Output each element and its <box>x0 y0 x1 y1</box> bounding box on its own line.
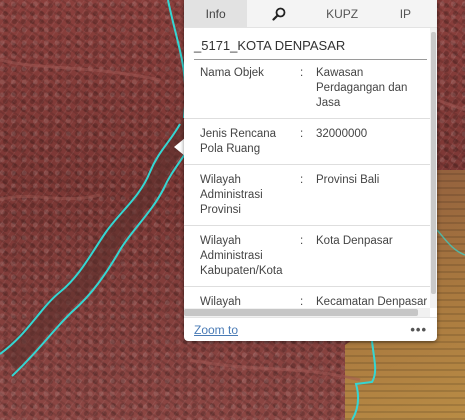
tab-info[interactable]: Info <box>184 0 248 27</box>
attribute-separator: : <box>300 235 304 247</box>
zone-boundary-north <box>167 0 187 119</box>
attribute-value: Kecamatan Denpasar Barat <box>316 296 428 308</box>
attribute-value: Kawasan Perdagangan dan Jasa <box>316 67 408 109</box>
road-line <box>436 98 465 112</box>
tab-ip-label: IP <box>399 6 412 21</box>
attribute-row: Nama Objek : Kawasan Perdagangan dan Jas… <box>184 58 430 119</box>
road-line <box>189 358 361 382</box>
tab-ip[interactable]: IP <box>374 0 437 27</box>
zone-boundary-east <box>436 229 465 256</box>
vertical-scrollbar-thumb[interactable] <box>431 32 436 294</box>
attribute-separator: : <box>300 67 304 79</box>
zone-boundary-left <box>0 123 181 355</box>
attribute-value: Provinsi Bali <box>316 174 380 186</box>
tab-info-label: Info <box>205 6 226 21</box>
road-line <box>0 58 161 82</box>
attribute-label: Nama Objek <box>200 67 264 79</box>
search-icon <box>272 7 286 21</box>
popup-tabs: Info KUPZ IP <box>184 0 437 28</box>
road-line <box>0 193 101 202</box>
feature-popup: Info KUPZ IP _5171_KOTA DENPASAR Nama Ob… <box>184 0 437 341</box>
attribute-label: Wilayah Administrasi Kabupaten/Kota <box>200 235 283 277</box>
popup-footer: Zoom to ••• <box>184 317 437 341</box>
attribute-row: Wilayah Administrasi Kabupaten/Kota : Ko… <box>184 226 430 287</box>
zone-boundary-southeast <box>351 340 377 420</box>
tab-search[interactable] <box>247 0 310 27</box>
attribute-label: Wilayah Administrasi Kecamatan <box>200 296 241 308</box>
attribute-row: Wilayah Administrasi Kecamatan : Kecamat… <box>184 287 430 308</box>
more-options-button[interactable]: ••• <box>410 322 427 337</box>
tab-kupz-label: KUPZ <box>326 6 359 21</box>
horizontal-scrollbar-thumb[interactable] <box>184 309 418 316</box>
layer-title: _5171_KOTA DENPASAR <box>194 34 427 60</box>
attribute-separator: : <box>300 128 304 140</box>
attribute-value: Kota Denpasar <box>316 235 393 247</box>
zoom-to-link[interactable]: Zoom to <box>194 323 238 337</box>
attribute-table[interactable]: Nama Objek : Kawasan Perdagangan dan Jas… <box>184 58 430 308</box>
attribute-separator: : <box>300 174 304 186</box>
horizontal-scrollbar[interactable] <box>184 308 430 317</box>
attribute-label: Jenis Rencana Pola Ruang <box>200 128 277 155</box>
vertical-scrollbar[interactable] <box>430 28 437 308</box>
attribute-row: Wilayah Administrasi Provinsi : Provinsi… <box>184 165 430 226</box>
attribute-label: Wilayah Administrasi Provinsi <box>200 174 263 216</box>
attribute-row: Jenis Rencana Pola Ruang : 32000000 <box>184 119 430 165</box>
attribute-value: 32000000 <box>316 128 368 140</box>
tab-kupz[interactable]: KUPZ <box>311 0 374 27</box>
attribute-separator: : <box>300 296 304 308</box>
